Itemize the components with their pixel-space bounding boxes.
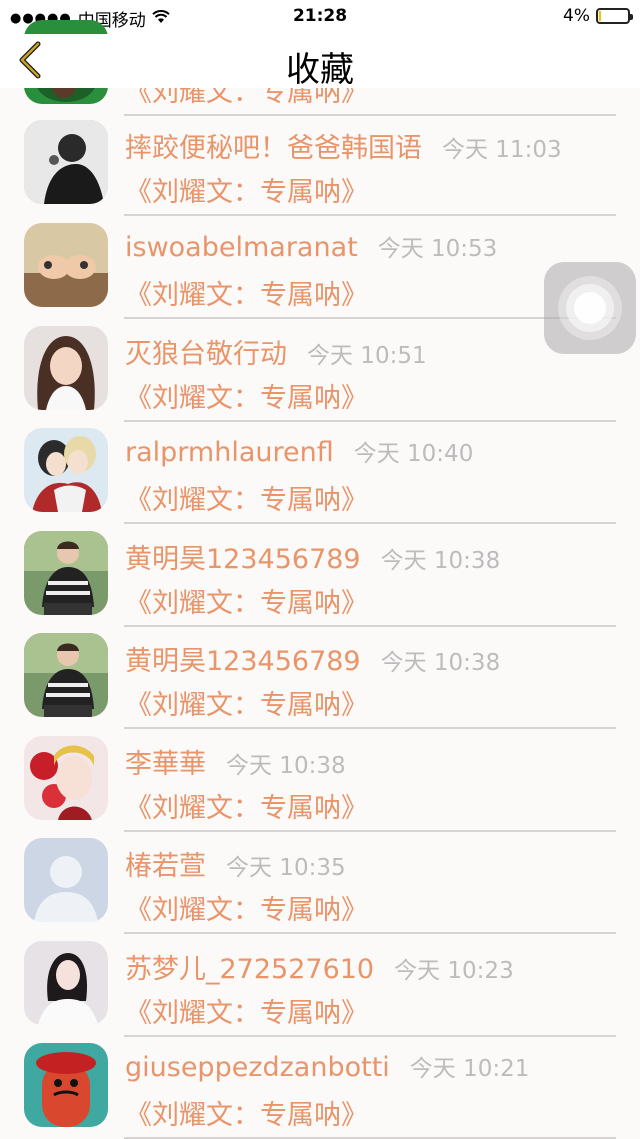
sender-name: 摔跤便秘吧！爸爸韩国语 <box>125 133 422 164</box>
sender-name: 苏梦儿_272527610 <box>125 954 375 985</box>
avatar <box>24 223 108 307</box>
name-line: ralprmhlaurenfl 今天 10:40 <box>125 434 473 468</box>
message-text: 《刘耀文：专属呐》 <box>125 998 368 1029</box>
list-item[interactable]: 黄明昊123456789 今天 10:38 《刘耀文：专属呐》 <box>0 627 640 729</box>
message-text: 《刘耀文：专属呐》 <box>125 383 368 414</box>
timestamp: 今天 11:03 <box>442 137 562 163</box>
timestamp: 今天 10:38 <box>380 650 501 676</box>
row-divider <box>124 727 616 729</box>
assistive-touch-dot <box>574 292 606 324</box>
avatar <box>24 428 108 512</box>
timestamp: 今天 10:40 <box>353 441 474 467</box>
row-divider <box>124 932 616 934</box>
name-line: 苏梦儿_272527610 今天 10:23 <box>125 947 514 986</box>
name-line: 椿若萱 今天 10:35 <box>125 844 346 883</box>
list-item[interactable]: 李華華 今天 10:38 《刘耀文：专属呐》 <box>0 730 640 832</box>
message-text: 《刘耀文：专属呐》 <box>125 588 368 619</box>
sender-name: 黄明昊123456789 <box>125 646 361 677</box>
name-line: 黄明昊123456789 今天 10:38 <box>125 537 500 576</box>
avatar <box>24 736 108 820</box>
list-item[interactable]: 椿若萱 今天 10:35 《刘耀文：专属呐》 <box>0 832 640 934</box>
navigation-bar: 收藏 <box>0 34 640 90</box>
message-text: 《刘耀文：专属呐》 <box>125 690 368 721</box>
name-line: 灭狼台敬行动 今天 10:51 <box>125 332 427 371</box>
name-line: giuseppezdzanbotti 今天 10:21 <box>125 1049 529 1083</box>
sender-name: 李華華 <box>125 749 206 780</box>
avatar <box>24 1043 108 1127</box>
sender-name: ralprmhlaurenfl <box>125 437 334 468</box>
list-item[interactable]: ralprmhlaurenfl 今天 10:40 《刘耀文：专属呐》 <box>0 422 640 524</box>
sender-name: giuseppezdzanbotti <box>125 1052 390 1083</box>
name-line: 黄明昊123456789 今天 10:38 <box>125 639 500 678</box>
message-text: 《刘耀文：专属呐》 <box>125 280 368 311</box>
avatar <box>24 633 108 717</box>
timestamp: 今天 10:38 <box>226 753 346 779</box>
sender-name: 灭狼台敬行动 <box>125 339 287 370</box>
timestamp: 今天 10:38 <box>380 548 501 574</box>
list-item[interactable]: 苏梦儿_272527610 今天 10:23 《刘耀文：专属呐》 <box>0 935 640 1037</box>
timestamp: 今天 10:35 <box>226 855 346 881</box>
sender-name: iswoabelmaranat <box>125 232 358 263</box>
page-title: 收藏 <box>286 50 354 90</box>
sender-name: 黄明昊123456789 <box>125 544 361 575</box>
timestamp: 今天 10:21 <box>409 1056 530 1082</box>
avatar <box>24 838 108 922</box>
message-text: 《刘耀文：专属呐》 <box>125 895 368 926</box>
timestamp: 今天 10:53 <box>377 236 498 262</box>
avatar <box>24 120 108 204</box>
sender-name: 椿若萱 <box>125 851 206 882</box>
timestamp: 今天 10:51 <box>307 343 427 369</box>
avatar <box>24 531 108 615</box>
list-item[interactable]: 摔跤便秘吧！爸爸韩国语 今天 11:03 《刘耀文：专属呐》 <box>0 114 640 216</box>
name-line: iswoabelmaranat 今天 10:53 <box>125 229 497 263</box>
list-item[interactable]: 黄明昊123456789 今天 10:38 《刘耀文：专属呐》 <box>0 525 640 627</box>
name-line: 摔跤便秘吧！爸爸韩国语 今天 11:03 <box>125 126 562 165</box>
avatar <box>24 326 108 410</box>
avatar <box>24 941 108 1025</box>
row-divider <box>124 214 616 216</box>
message-text: 《刘耀文：专属呐》 <box>125 485 368 516</box>
row-divider <box>124 317 616 319</box>
list-item[interactable]: giuseppezdzanbotti 今天 10:21 《刘耀文：专属呐》 <box>0 1037 640 1139</box>
name-line: 李華華 今天 10:38 <box>125 742 346 781</box>
timestamp: 今天 10:23 <box>394 958 514 984</box>
message-text: 《刘耀文：专属呐》 <box>125 177 368 208</box>
message-text: 《刘耀文：专属呐》 <box>125 793 368 824</box>
assistive-touch-button[interactable] <box>544 262 636 354</box>
row-divider <box>124 522 616 524</box>
message-text: 《刘耀文：专属呐》 <box>125 1100 368 1131</box>
